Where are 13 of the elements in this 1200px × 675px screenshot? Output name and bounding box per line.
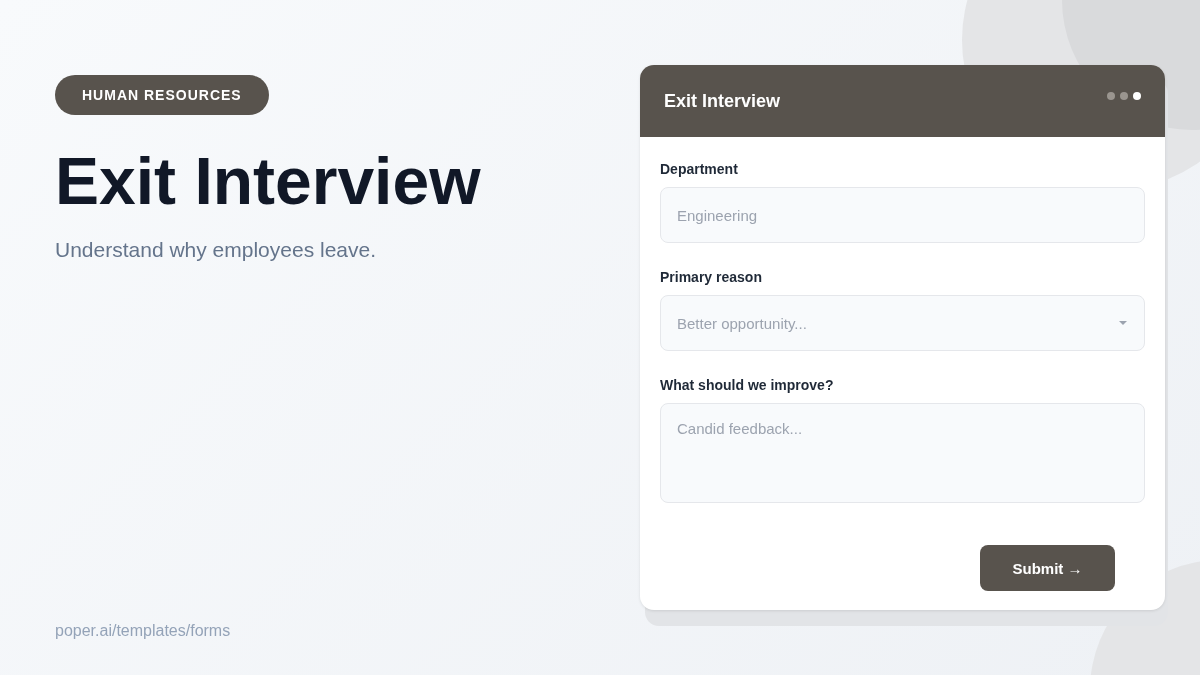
field-label: Primary reason [660,269,762,285]
field-label: Department [660,161,738,177]
input-field[interactable]: Engineering [660,187,1145,243]
select-field[interactable]: Better opportunity... [660,295,1145,351]
text-area[interactable]: Candid feedback... [660,403,1145,503]
category-badge: HUMAN RESOURCES [55,75,269,115]
footer-link[interactable]: poper.ai/templates/forms [55,622,231,640]
caret-icon [1118,320,1128,326]
field-label: What should we improve? [660,377,834,393]
page-subtitle: Understand why employees leave. [55,237,376,262]
form-title: Exit Interview [664,90,781,112]
submit-button[interactable]: Submit → [980,545,1115,591]
page-headline: Exit Interview [55,145,481,218]
